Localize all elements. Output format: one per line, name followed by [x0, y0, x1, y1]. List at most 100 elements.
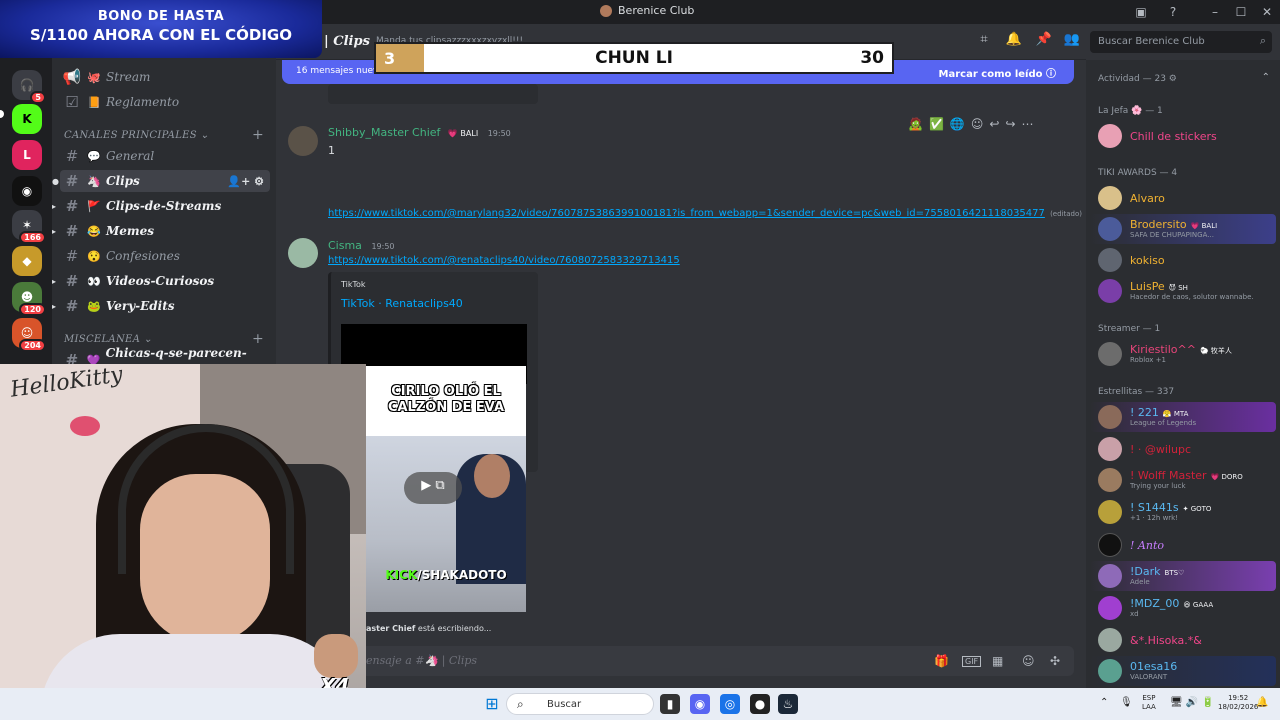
taskbar-search[interactable]: ⌕ Buscar [506, 693, 654, 715]
category-canales-principales[interactable]: CANALES PRINCIPALES ⌄ + [64, 128, 264, 142]
emoji-icon[interactable]: ☺ [1022, 654, 1035, 668]
discord-server-icon[interactable]: ◉ [12, 176, 42, 206]
member-row[interactable]: &*.Hisoka.*& [1090, 625, 1276, 655]
member-row[interactable]: ! Anto [1090, 530, 1276, 560]
channel-clips[interactable]: ● # 🦄 Clips 👤+ ⚙ [52, 170, 270, 192]
avatar[interactable] [288, 238, 318, 268]
server-icon[interactable]: 🎧 5 [12, 70, 46, 104]
mention-badge: 166 [19, 231, 46, 244]
embed-title[interactable]: TikTok · Renataclips40 [341, 297, 463, 310]
hash-icon: # [65, 297, 79, 315]
discord-icon[interactable]: ◉ [690, 694, 710, 714]
language-indicator[interactable]: ESP LAA [1142, 694, 1156, 712]
add-channel-icon[interactable]: + [252, 332, 264, 346]
mark-read-button[interactable]: Marcar como leído ⓘ [939, 65, 1056, 80]
obs-icon[interactable]: ● [750, 694, 770, 714]
inbox-icon[interactable]: ▣ [1126, 0, 1156, 24]
member-name: Chill de stickers [1130, 130, 1217, 143]
clock[interactable]: 19:52 18/02/2026 [1218, 694, 1258, 712]
task-view-icon[interactable]: ▮ [660, 694, 680, 714]
server-icon[interactable]: L [12, 140, 42, 170]
message-link[interactable]: https://www.tiktok.com/@renataclips40/vi… [328, 255, 680, 266]
member-row[interactable]: Kiriestilo^^ 🐑 牧羊人 Roblox +1 [1090, 339, 1276, 369]
message-link[interactable]: https://www.tiktok.com/@marylang32/video… [328, 208, 1082, 219]
member-row[interactable]: ! 221 😤 MTA League of Legends [1090, 402, 1276, 432]
collapse-icon[interactable]: ⌃ [1262, 72, 1270, 83]
channel-reglamento[interactable]: ☑ 📙 Reglamento [60, 91, 270, 113]
channel-videos-curiosos[interactable]: ▸ # 👀 Videos-Curiosos [52, 270, 270, 292]
apps-icon[interactable]: ✣ [1050, 654, 1060, 668]
member-row[interactable]: Alvaro [1090, 183, 1276, 213]
member-row[interactable]: !Dark BTS♡ Adele [1090, 561, 1276, 591]
channel-label: Very-Edits [106, 299, 175, 313]
pin-icon[interactable]: 📌 [1034, 32, 1054, 52]
steam-icon[interactable]: ♨ [778, 694, 798, 714]
bell-icon[interactable]: 🔔 [1004, 32, 1024, 52]
network-icon[interactable]: 🖥 🔊 🔋 [1170, 698, 1214, 708]
role-header: Estrellitas — 337 [1098, 387, 1175, 397]
tray-chevron-icon[interactable]: ⌃ [1100, 698, 1108, 708]
check-icon[interactable]: ✅ [929, 117, 944, 131]
message-author[interactable]: Shibby_Master Chief 💗 BALI 19:50 [328, 126, 511, 139]
avatar [1098, 628, 1122, 652]
members-icon[interactable]: 👥 [1062, 32, 1082, 52]
channel-memes[interactable]: ▸ # 😂 Memes [52, 220, 270, 242]
member-row[interactable]: !MDZ_00 😆 GAAA xd [1090, 593, 1276, 623]
gift-icon[interactable]: 🎁 [934, 654, 949, 668]
server-avatar-icon [600, 4, 612, 17]
channel-general[interactable]: # 💬 General [60, 145, 270, 167]
reaction-icon[interactable]: 🧟 [908, 117, 923, 131]
channel-very-edits[interactable]: ▸ # 🐸 Very-Edits [52, 295, 270, 317]
server-icon[interactable]: ◆ [12, 246, 42, 276]
add-channel-icon[interactable]: + [252, 128, 264, 142]
unread-pill [0, 110, 4, 118]
server-icon[interactable]: ✶ 166 [12, 210, 46, 244]
activity-header[interactable]: Actividad — 23 ⚙ [1098, 74, 1177, 84]
member-row[interactable]: kokiso [1090, 245, 1276, 275]
message-author[interactable]: Cisma 19:50 [328, 239, 395, 252]
microphone-icon[interactable]: 🎙 [1120, 698, 1133, 708]
forward-icon[interactable]: ↪ [1005, 117, 1015, 131]
channel-stream[interactable]: 📢 🐙 Stream [60, 66, 270, 88]
reply-icon[interactable]: ↩ [989, 117, 999, 131]
search-input[interactable]: Buscar Berenice Club ⌕ [1090, 31, 1272, 53]
member-name: kokiso [1130, 254, 1165, 267]
member-row[interactable]: Chill de stickers [1090, 121, 1276, 151]
member-row[interactable]: ! · @wilupc [1090, 434, 1276, 464]
scoreboard-name: CHUN LI [595, 48, 673, 68]
server-icon[interactable]: ☺ 204 [12, 318, 46, 352]
video-preview[interactable]: CIRILO OLIÓ EL CALZÓN DE EVA ▶ ⧉ KICK/SH… [366, 366, 526, 612]
bow-decoration [70, 416, 100, 436]
channel-settings-icon[interactable]: 👤+ ⚙ [227, 175, 264, 188]
category-miscelanea[interactable]: MISCELANEA ⌄ + [64, 332, 264, 346]
more-icon[interactable]: ⋯ [1022, 117, 1034, 131]
hash-icon: # [65, 172, 79, 190]
server-icon[interactable]: ☻ 120 [12, 282, 46, 316]
gif-icon[interactable]: GIF [962, 656, 982, 667]
help-icon[interactable]: ? [1158, 0, 1188, 24]
message-input[interactable]: ensaje a #🦄 | Clips 🎁 GIF ▦ ☺ ✣ [290, 646, 1074, 676]
notifications-icon[interactable]: 🔔 [1256, 698, 1268, 708]
threads-icon[interactable]: ⌗ [974, 32, 994, 52]
channel-confesiones[interactable]: # 😯 Confesiones [60, 245, 270, 267]
message-placeholder: ensaje a #🦄 | Clips [366, 654, 478, 667]
member-row[interactable]: ! S1441s ✦ GOTO +1 · 12h wrk! [1090, 497, 1276, 527]
channel-clips-de-streams[interactable]: ▸ # 🚩 Clips-de-Streams [52, 195, 270, 217]
member-row[interactable]: Brodersito 💗 BALI SAFA DE CHUPAPINGA... [1090, 214, 1276, 244]
member-row[interactable]: LuisPe 😈 SH Hacedor de caos, solutor wann… [1090, 276, 1276, 306]
add-reaction-icon[interactable]: ☺ [971, 117, 984, 131]
close-button[interactable]: ✕ [1252, 0, 1280, 24]
globe-icon[interactable]: 🌐 [950, 117, 965, 131]
member-row[interactable]: ! Wolff Master 💗 DORO Trying your luck [1090, 465, 1276, 495]
chrome-icon[interactable]: ◎ [720, 694, 740, 714]
kick-server-icon[interactable]: K [12, 104, 42, 134]
sticker-icon[interactable]: ▦ [992, 654, 1003, 668]
embed-provider: TikTok [341, 280, 366, 289]
promo-line-2: S/1100 AHORA CON EL CÓDIGO [30, 26, 292, 44]
play-icon[interactable]: ▶ ⧉ [404, 472, 462, 504]
avatar [1098, 500, 1122, 524]
member-row[interactable]: 01esa16 VALORANT [1090, 656, 1276, 686]
avatar[interactable] [288, 126, 318, 156]
windows-start-icon[interactable]: ⊞ [482, 694, 502, 714]
member-status: SAFA DE CHUPAPINGA... [1130, 231, 1214, 239]
